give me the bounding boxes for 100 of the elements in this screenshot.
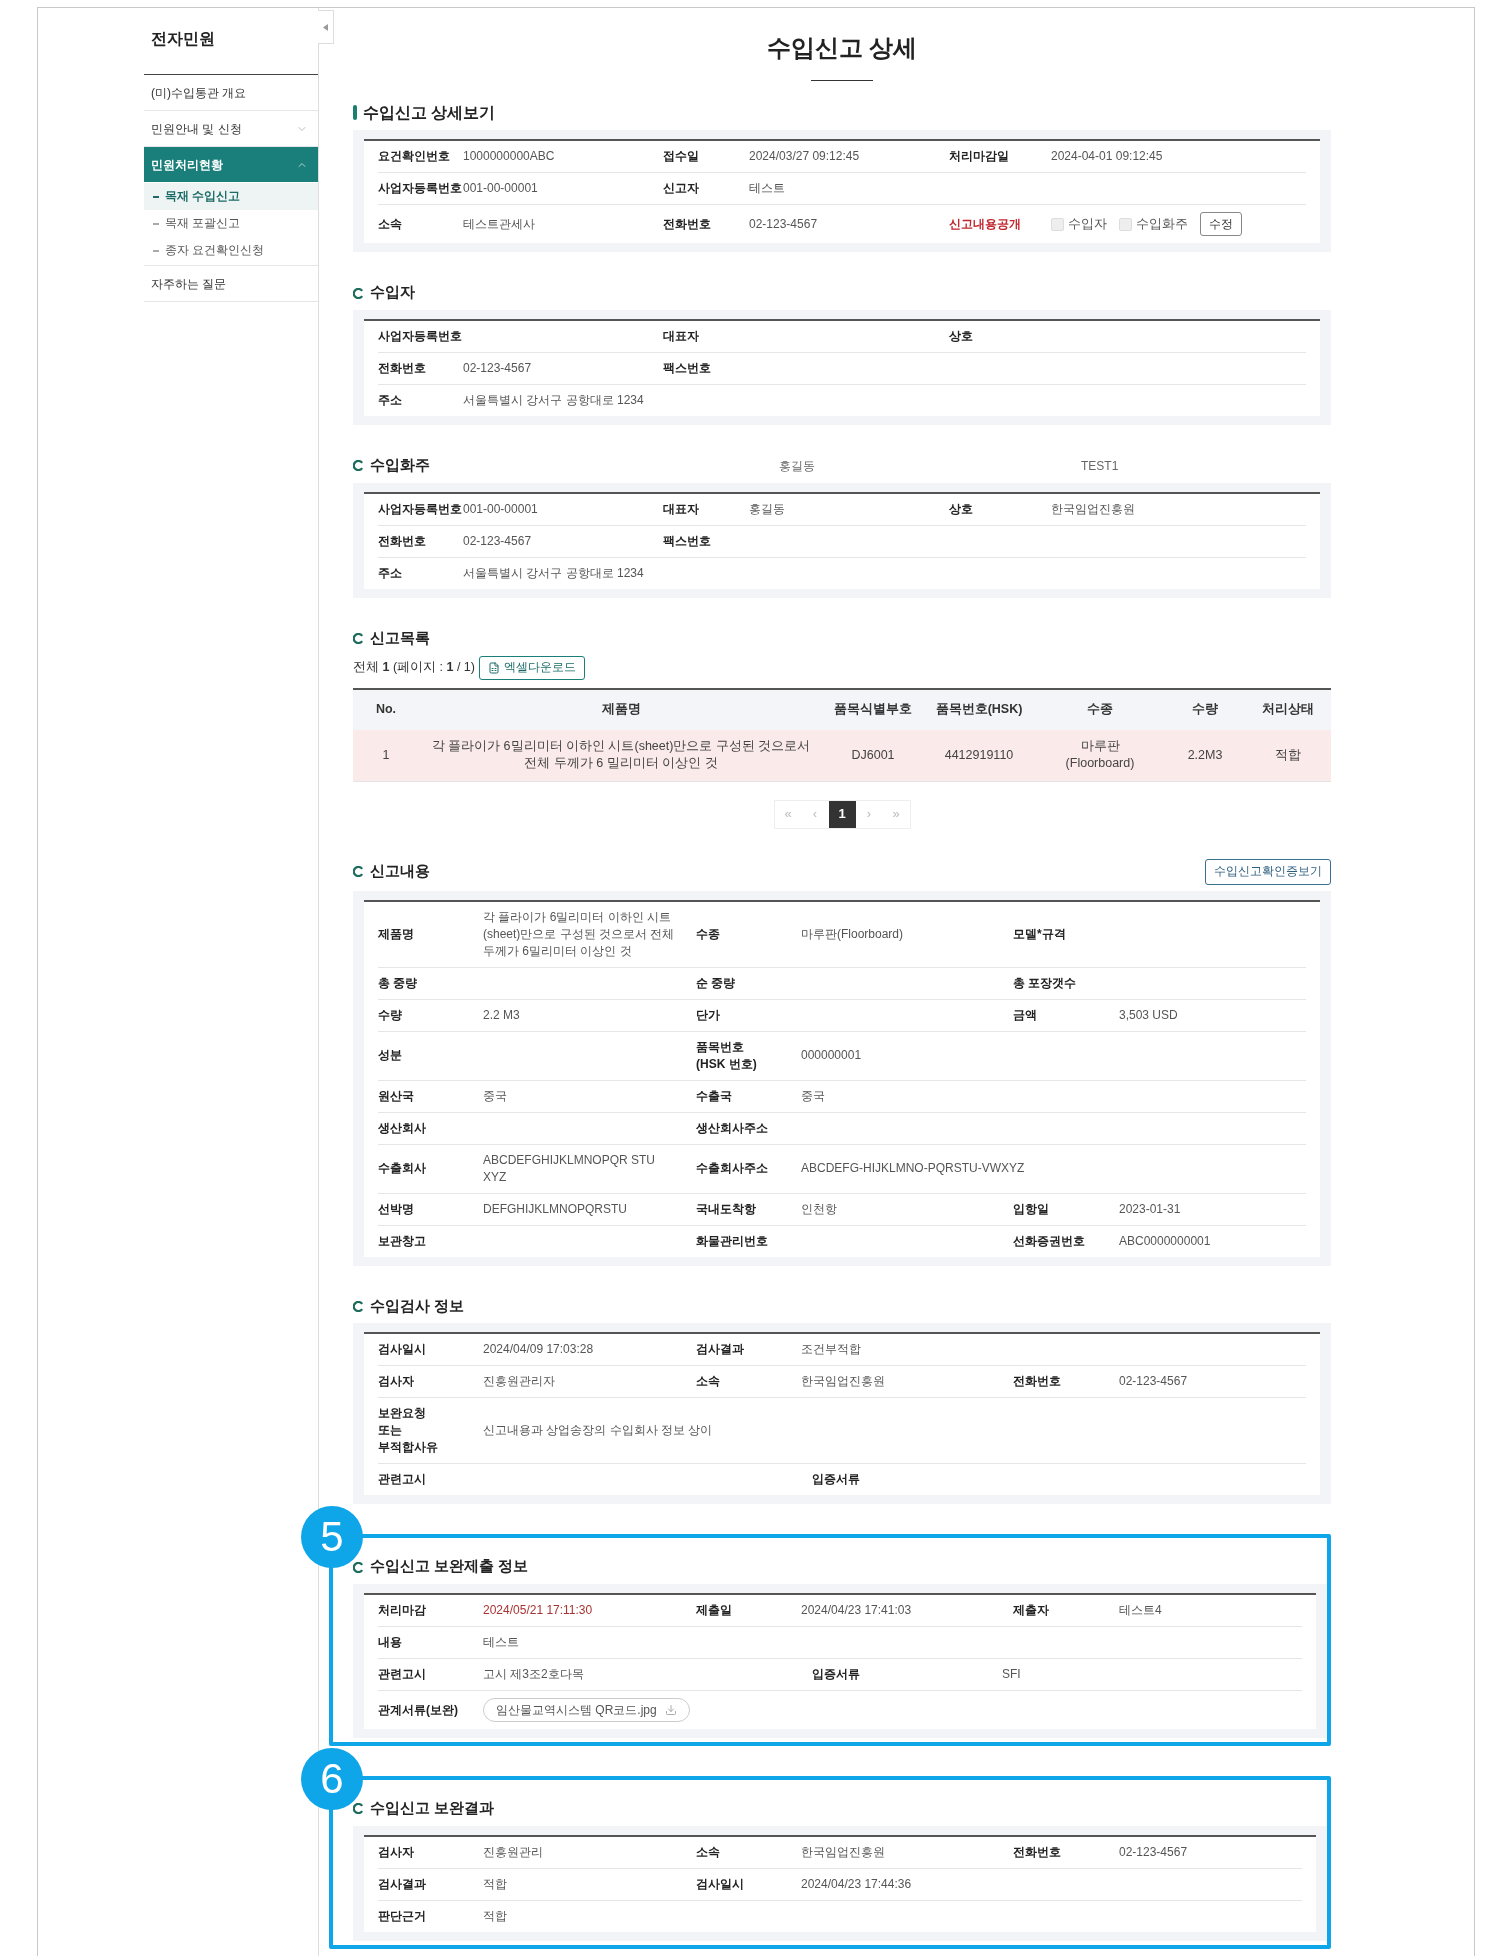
field-value: 02-123-4567 bbox=[749, 215, 818, 233]
field-label: 검사결과 bbox=[378, 1875, 427, 1893]
sidebar-subitem[interactable]: 목재 수입신고 bbox=[144, 183, 318, 210]
download-icon bbox=[664, 1704, 677, 1716]
checkbox-label: 수입자 bbox=[1068, 215, 1107, 233]
callout-number: 5 bbox=[301, 1506, 363, 1569]
section-marker-icon bbox=[353, 1300, 364, 1312]
field-value: DEFGHIJKLMNOPQRSTU bbox=[483, 1200, 627, 1218]
collapse-tab[interactable] bbox=[318, 10, 334, 44]
field-value: 02-123-4567 bbox=[463, 360, 532, 377]
section-title: 수입신고 보완결과 bbox=[370, 1799, 495, 1818]
section-marker-icon bbox=[353, 105, 357, 121]
dash-icon bbox=[153, 222, 159, 225]
field-value: 한국임업진흥원 bbox=[1051, 500, 1135, 518]
field-value: 적합 bbox=[483, 1907, 507, 1925]
table-cell-text: 2.2M3 bbox=[1186, 746, 1224, 764]
field-value: 2.2 M3 bbox=[483, 1006, 520, 1024]
spreadsheet-icon bbox=[488, 661, 500, 674]
field-value: 000000001 bbox=[801, 1047, 862, 1064]
field-value: 한국임업진흥원 bbox=[801, 1373, 885, 1391]
field-label: 검사일시 bbox=[378, 1341, 427, 1359]
table-cell-text: 4412919110 bbox=[943, 746, 1015, 764]
field-value: 3,503 USD bbox=[1119, 1006, 1178, 1024]
heading-note: TEST1 bbox=[1080, 457, 1120, 475]
field-value: 2024/05/21 17:11:30 bbox=[483, 1602, 593, 1619]
heading-note: 홍길동 bbox=[778, 457, 816, 475]
field-value: 서울특별시 강서구 공항대로 1234 bbox=[463, 392, 644, 409]
field-label: 품목번호 (HSK 번호) bbox=[696, 1038, 758, 1073]
field-label: 총 포장갯수 bbox=[1013, 974, 1078, 992]
sidebar-item[interactable]: (미)수입통관 개요 bbox=[144, 75, 318, 110]
sidebar-item[interactable]: 민원안내 및 신청 bbox=[144, 111, 318, 146]
field-label: 생산회사 bbox=[378, 1119, 427, 1137]
field-value: ABC0000000001 bbox=[1119, 1232, 1211, 1250]
field-value: 02-123-4567 bbox=[1119, 1843, 1188, 1861]
field-label: 성분 bbox=[378, 1047, 403, 1064]
sidebar-subitem[interactable]: 목재 포괄신고 bbox=[144, 210, 318, 237]
field-label: 선박명 bbox=[378, 1200, 415, 1218]
checkbox[interactable] bbox=[1119, 217, 1132, 231]
section-marker-icon bbox=[353, 866, 364, 877]
column-header: 수종 bbox=[1086, 701, 1114, 719]
page-title: 수입신고 상세 bbox=[766, 33, 918, 63]
field-label: 판단근거 bbox=[378, 1907, 427, 1925]
field-label: 전화번호 bbox=[378, 360, 427, 377]
edit-button[interactable]: 수정 bbox=[1200, 212, 1242, 237]
field-label: 대표자 bbox=[663, 500, 700, 518]
field-value: 2024/04/09 17:03:28 bbox=[483, 1341, 594, 1359]
field-label: 선화증권번호 bbox=[1013, 1232, 1086, 1250]
field-value: 테스트4 bbox=[1119, 1602, 1162, 1619]
file-chip[interactable]: 임산물교역시스템 QR코드.jpg bbox=[483, 1698, 690, 1722]
field-value: 홍길동 bbox=[749, 500, 785, 518]
field-label: 금액 bbox=[1013, 1006, 1038, 1024]
field-label: 입항일 bbox=[1013, 1200, 1050, 1218]
column-header: 품목식별부호 bbox=[833, 701, 913, 719]
section-title: 수입검사 정보 bbox=[370, 1296, 465, 1316]
field-label: 제출일 bbox=[696, 1602, 733, 1619]
field-label: 상호 bbox=[949, 500, 974, 518]
column-header: No. bbox=[374, 701, 398, 719]
checkbox[interactable] bbox=[1051, 217, 1064, 231]
table-row[interactable]: 1 각 플라이가 6밀리미터 이하인 시트(sheet)만으로 구성된 것으로서 전체 두께가 6 밀리미터 이상인 것 DJ6001 4412919110 마루판(Floorboard) 2.2M3 적합 bbox=[353, 729, 1331, 782]
field-label: 화물관리번호 bbox=[696, 1232, 769, 1250]
sidebar-subitem[interactable]: 종자 요건확인신청 bbox=[144, 237, 318, 264]
section-title: 수입자 bbox=[370, 283, 415, 303]
callout-number: 6 bbox=[301, 1748, 363, 1810]
field-label: 처리마감일 bbox=[949, 148, 1010, 166]
field-label: 검사결과 bbox=[696, 1341, 745, 1359]
field-label: 수출국 bbox=[696, 1087, 733, 1105]
field-label: 수출회사주소 bbox=[696, 1160, 769, 1177]
field-label: 입증서류 bbox=[812, 1666, 861, 1683]
section-marker-icon bbox=[353, 1561, 364, 1573]
excel-download-button[interactable]: 엑셀다운로드 bbox=[479, 655, 585, 680]
field-value: 진흥원관리자 bbox=[483, 1373, 555, 1391]
field-label: 보완요청 또는 부적합사유 bbox=[378, 1405, 439, 1457]
field-label: 주소 bbox=[378, 564, 403, 582]
field-label: 총 중량 bbox=[378, 974, 419, 992]
page-button[interactable]: 1 bbox=[828, 800, 856, 828]
section-marker-icon bbox=[353, 460, 364, 472]
field-value: SFI bbox=[1002, 1666, 1021, 1683]
field-label: 관계서류(보완) bbox=[378, 1701, 459, 1719]
field-label: 검사자 bbox=[378, 1373, 415, 1391]
field-value: 2023-01-31 bbox=[1119, 1200, 1181, 1218]
field-label: 처리마감 bbox=[378, 1602, 427, 1619]
field-label: 대표자 bbox=[663, 328, 700, 345]
sidebar-item[interactable]: 자주하는 질문 bbox=[144, 266, 318, 301]
field-label: 검사일시 bbox=[696, 1875, 745, 1893]
field-label: 검사자 bbox=[378, 1843, 415, 1861]
field-label: 원산국 bbox=[378, 1087, 415, 1105]
section-title: 수입신고 보완제출 정보 bbox=[370, 1557, 529, 1577]
field-value: 마루판(Floorboard) bbox=[801, 925, 904, 943]
section-title: 수입신고 상세보기 bbox=[363, 103, 496, 123]
field-label: 제출자 bbox=[1013, 1602, 1050, 1619]
field-value: 001-00-00001 bbox=[463, 500, 538, 518]
table-cell-text: DJ6001 bbox=[850, 746, 896, 764]
field-value: 2024/04/23 17:44:36 bbox=[801, 1875, 912, 1893]
field-label: 상호 bbox=[949, 328, 974, 345]
section-title: 수입화주 bbox=[370, 456, 430, 475]
sidebar-item[interactable]: 민원처리현황 bbox=[144, 147, 318, 182]
field-label: 접수일 bbox=[663, 148, 700, 166]
field-value: 조건부적합 bbox=[801, 1341, 861, 1359]
field-label: 팩스번호 bbox=[663, 360, 712, 377]
certificate-view-button[interactable]: 수입신고확인증보기 bbox=[1205, 858, 1331, 885]
